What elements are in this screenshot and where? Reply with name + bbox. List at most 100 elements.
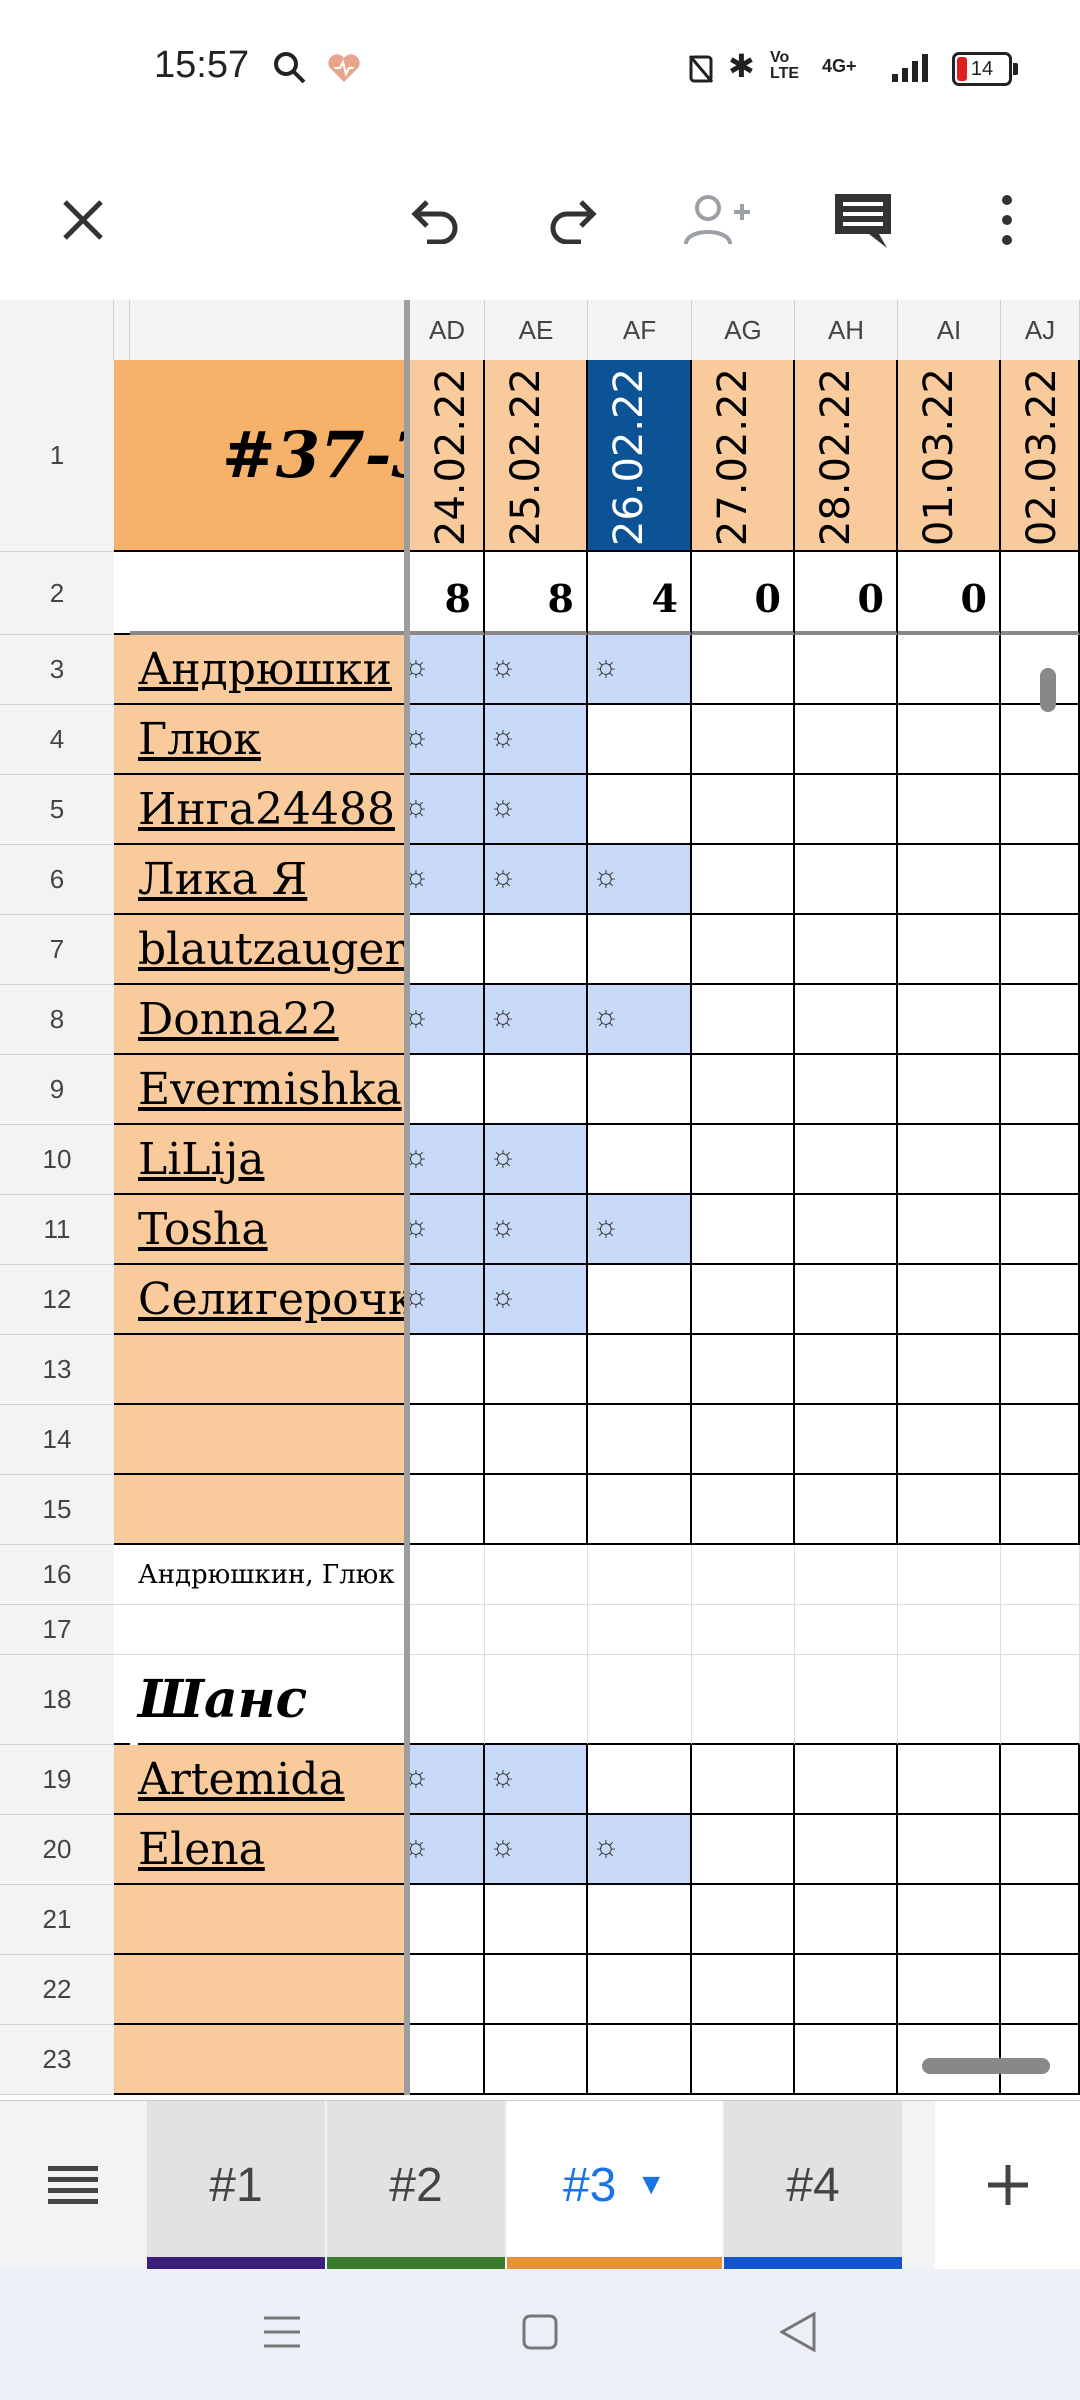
day-cell[interactable] (692, 1265, 795, 1335)
day-cell[interactable] (1001, 1745, 1080, 1815)
participant-name[interactable]: Tosha (130, 1195, 405, 1265)
day-cell[interactable] (410, 1475, 485, 1545)
empty-cell[interactable] (485, 1605, 588, 1655)
row-header[interactable]: 17 (0, 1605, 114, 1655)
day-cell[interactable] (898, 705, 1001, 775)
participant-name[interactable]: LiLija (130, 1125, 405, 1195)
day-cell[interactable] (898, 1195, 1001, 1265)
day-cell[interactable] (588, 1745, 692, 1815)
day-cell[interactable] (588, 915, 692, 985)
participant-name[interactable] (130, 1955, 405, 2025)
undo-button[interactable] (388, 175, 478, 265)
empty-cell[interactable] (898, 1655, 1001, 1745)
day-cell[interactable] (795, 775, 898, 845)
empty-cell[interactable] (795, 1545, 898, 1605)
day-cell[interactable] (485, 1405, 588, 1475)
day-cell[interactable] (898, 845, 1001, 915)
day-cell[interactable] (795, 1335, 898, 1405)
redo-button[interactable] (530, 175, 620, 265)
day-cell[interactable] (410, 1885, 485, 1955)
day-cell[interactable] (692, 775, 795, 845)
day-cell[interactable] (1001, 1405, 1080, 1475)
column-header[interactable]: AH (795, 300, 898, 360)
participant-name[interactable]: blautzauger (130, 915, 405, 985)
column-header[interactable]: AJ (1001, 300, 1080, 360)
name-column-header[interactable] (130, 300, 410, 360)
column-header[interactable]: AE (485, 300, 588, 360)
empty-cell[interactable] (1001, 1655, 1080, 1745)
row-header[interactable]: 13 (0, 1335, 114, 1405)
day-cell[interactable] (795, 915, 898, 985)
row-header[interactable]: 4 (0, 705, 114, 775)
sheet-tab-2[interactable]: #2 (327, 2101, 505, 2269)
day-cell[interactable] (1001, 1955, 1080, 2025)
participant-name[interactable]: Лика Я (130, 845, 405, 915)
vertical-scrollbar[interactable] (1040, 668, 1056, 712)
day-cell[interactable] (795, 2025, 898, 2095)
row-header[interactable]: 21 (0, 1885, 114, 1955)
all-sheets-button[interactable] (0, 2101, 145, 2269)
row-header[interactable]: 3 (0, 635, 114, 705)
day-cell[interactable] (410, 915, 485, 985)
row-header[interactable]: 7 (0, 915, 114, 985)
row-header[interactable]: 14 (0, 1405, 114, 1475)
day-cell[interactable] (898, 985, 1001, 1055)
day-cell[interactable] (588, 1055, 692, 1125)
day-cell[interactable] (1001, 1885, 1080, 1955)
day-cell[interactable] (795, 1265, 898, 1335)
empty-cell[interactable] (898, 1545, 1001, 1605)
day-cell[interactable] (795, 1055, 898, 1125)
participant-name[interactable] (130, 1475, 405, 1545)
day-cell[interactable] (795, 985, 898, 1055)
empty-cell[interactable] (485, 1545, 588, 1605)
day-cell[interactable] (692, 1195, 795, 1265)
day-cell[interactable] (588, 2025, 692, 2095)
row-header[interactable]: 19 (0, 1745, 114, 1815)
day-cell[interactable] (692, 1405, 795, 1475)
day-cell[interactable] (1001, 705, 1080, 775)
empty-cell[interactable] (588, 1545, 692, 1605)
day-cell[interactable] (588, 1125, 692, 1195)
day-cell[interactable] (410, 1055, 485, 1125)
day-cell[interactable] (410, 2025, 485, 2095)
day-cell[interactable] (485, 1475, 588, 1545)
empty-cell[interactable] (692, 1545, 795, 1605)
day-cell[interactable] (795, 1475, 898, 1545)
day-cell[interactable] (1001, 1335, 1080, 1405)
day-cell[interactable] (692, 845, 795, 915)
participant-name[interactable]: Donna22 (130, 985, 405, 1055)
day-cell[interactable] (898, 1335, 1001, 1405)
empty-cell[interactable] (485, 1655, 588, 1745)
row-header[interactable]: 8 (0, 985, 114, 1055)
close-button[interactable] (38, 175, 128, 265)
day-cell[interactable] (795, 1745, 898, 1815)
day-cell[interactable] (1001, 1265, 1080, 1335)
row-header[interactable]: 15 (0, 1475, 114, 1545)
participant-name[interactable] (130, 2025, 405, 2095)
day-cell[interactable] (485, 1955, 588, 2025)
day-cell[interactable] (1001, 1125, 1080, 1195)
day-cell[interactable] (795, 705, 898, 775)
day-cell[interactable] (588, 1885, 692, 1955)
count-cell[interactable] (1001, 552, 1080, 635)
day-cell[interactable] (692, 985, 795, 1055)
day-cell[interactable] (795, 1815, 898, 1885)
day-cell[interactable] (898, 1125, 1001, 1195)
day-cell[interactable] (485, 1885, 588, 1955)
day-cell[interactable] (898, 1265, 1001, 1335)
day-cell[interactable] (692, 1815, 795, 1885)
participant-name[interactable] (130, 1405, 405, 1475)
day-cell[interactable] (485, 1335, 588, 1405)
row-header[interactable]: 2 (0, 552, 114, 635)
day-cell[interactable] (795, 1405, 898, 1475)
participant-name[interactable]: Evermishka (130, 1055, 405, 1125)
day-cell[interactable] (692, 635, 795, 705)
day-cell[interactable] (1001, 845, 1080, 915)
sheet-tab-1[interactable]: #1 (147, 2101, 325, 2269)
empty-cell[interactable] (795, 1605, 898, 1655)
day-cell[interactable] (692, 1955, 795, 2025)
sheet-tab-3[interactable]: #3 ▼ (507, 2101, 722, 2269)
day-cell[interactable] (588, 1265, 692, 1335)
comment-button[interactable] (818, 175, 908, 265)
share-button[interactable] (672, 175, 762, 265)
